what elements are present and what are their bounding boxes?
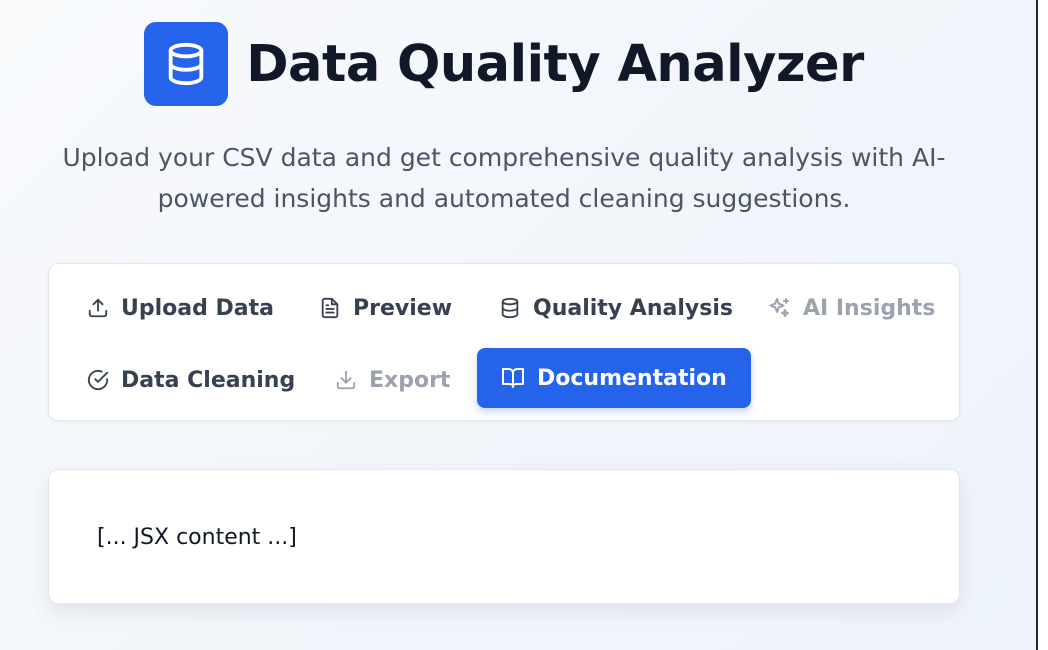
tab-bar: Upload Data Preview Quality Analysis AI … bbox=[48, 263, 960, 421]
page-subtitle: Upload your CSV data and get comprehensi… bbox=[60, 137, 948, 219]
tab-label: Preview bbox=[353, 295, 453, 321]
check-circle-icon bbox=[87, 369, 109, 391]
window-scrollbar[interactable] bbox=[1036, 0, 1048, 650]
tab-label: Documentation bbox=[537, 365, 727, 391]
logo bbox=[144, 22, 229, 106]
download-icon bbox=[336, 370, 356, 390]
tab-data-cleaning[interactable]: Data Cleaning bbox=[87, 350, 295, 410]
tab-label: Data Cleaning bbox=[121, 367, 296, 393]
tab-ai-insights[interactable]: AI Insights bbox=[767, 278, 935, 338]
tab-label: AI Insights bbox=[803, 295, 936, 321]
tab-documentation[interactable]: Documentation bbox=[477, 348, 751, 408]
app-header: Data Quality Analyzer bbox=[0, 22, 1008, 106]
database-icon bbox=[501, 297, 519, 319]
tab-export[interactable]: Export bbox=[335, 350, 450, 410]
page-title: Data Quality Analyzer bbox=[246, 34, 864, 94]
file-text-icon bbox=[321, 297, 339, 319]
tab-upload-data[interactable]: Upload Data bbox=[87, 278, 274, 338]
subtitle-line-1: Upload your CSV data and get comprehensi… bbox=[62, 143, 946, 172]
tab-quality-analysis[interactable]: Quality Analysis bbox=[499, 278, 733, 338]
database-icon bbox=[168, 42, 204, 86]
subtitle-line-2: powered insights and automated cleaning … bbox=[157, 184, 851, 213]
tab-label: Quality Analysis bbox=[533, 295, 733, 321]
book-open-icon bbox=[502, 368, 524, 388]
documentation-panel: [... JSX content ...] bbox=[48, 469, 960, 604]
tab-preview[interactable]: Preview bbox=[319, 278, 452, 338]
tab-label: Export bbox=[369, 367, 451, 393]
upload-icon bbox=[88, 298, 108, 318]
tab-label: Upload Data bbox=[121, 295, 274, 321]
panel-content-text: [... JSX content ...] bbox=[97, 525, 297, 550]
sparkles-icon bbox=[769, 298, 789, 317]
